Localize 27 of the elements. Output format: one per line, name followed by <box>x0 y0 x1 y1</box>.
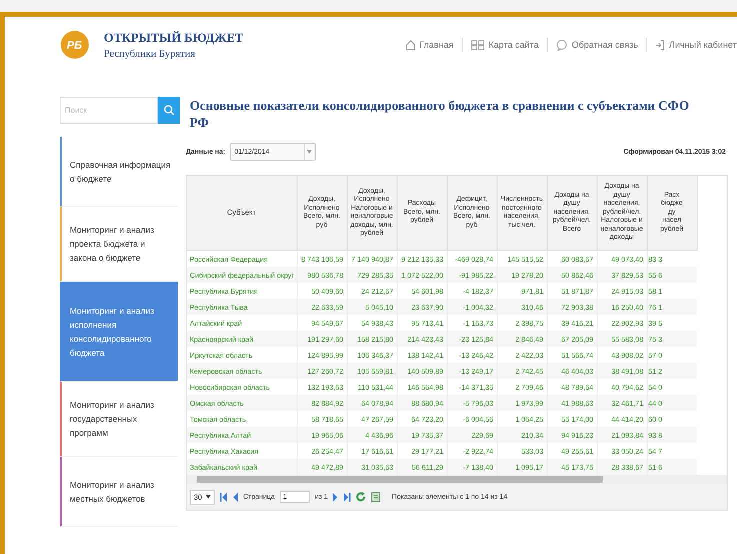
login-icon <box>655 40 666 50</box>
search-button[interactable] <box>158 97 180 124</box>
sitemap-icon <box>470 40 485 50</box>
sidebar-item[interactable]: Мониторинг и анализ местных бюджетов <box>60 457 178 527</box>
nav-link[interactable]: Обратная связь <box>556 40 638 50</box>
nav-link[interactable]: Главная <box>406 40 454 50</box>
site-title: ОТКРЫТЫЙ БЮДЖЕТ <box>104 30 244 46</box>
first-page-icon[interactable] <box>220 492 228 502</box>
chat-icon <box>556 40 568 50</box>
nav-link[interactable]: Личный кабинет <box>655 40 737 50</box>
caret-icon <box>206 495 212 499</box>
export-icon[interactable] <box>371 492 382 502</box>
last-page-icon[interactable] <box>343 492 352 502</box>
sidebar-item[interactable]: Справочная информация о бюджете <box>60 137 178 207</box>
page-title: Основные показатели консолидированного бюджета в сравнении с субъектами СФО РФ <box>190 97 690 131</box>
nav-link[interactable]: Карта сайта <box>470 40 539 50</box>
previous-page-icon[interactable] <box>233 492 238 502</box>
site-subtitle: Республики Бурятия <box>104 48 196 60</box>
horizontal-scrollbar[interactable] <box>187 475 727 484</box>
search-icon <box>164 105 174 116</box>
next-page-icon[interactable] <box>333 492 338 502</box>
sidebar-item[interactable]: Мониторинг и анализ государственных программ <box>60 382 178 457</box>
home-icon <box>406 40 416 50</box>
search-field[interactable]: Поиск <box>60 97 158 124</box>
sidebar-item[interactable]: Мониторинг и анализ исполнения консолидированного бюджета <box>60 282 178 382</box>
refresh-icon[interactable] <box>356 492 366 502</box>
caret-icon <box>307 150 312 154</box>
